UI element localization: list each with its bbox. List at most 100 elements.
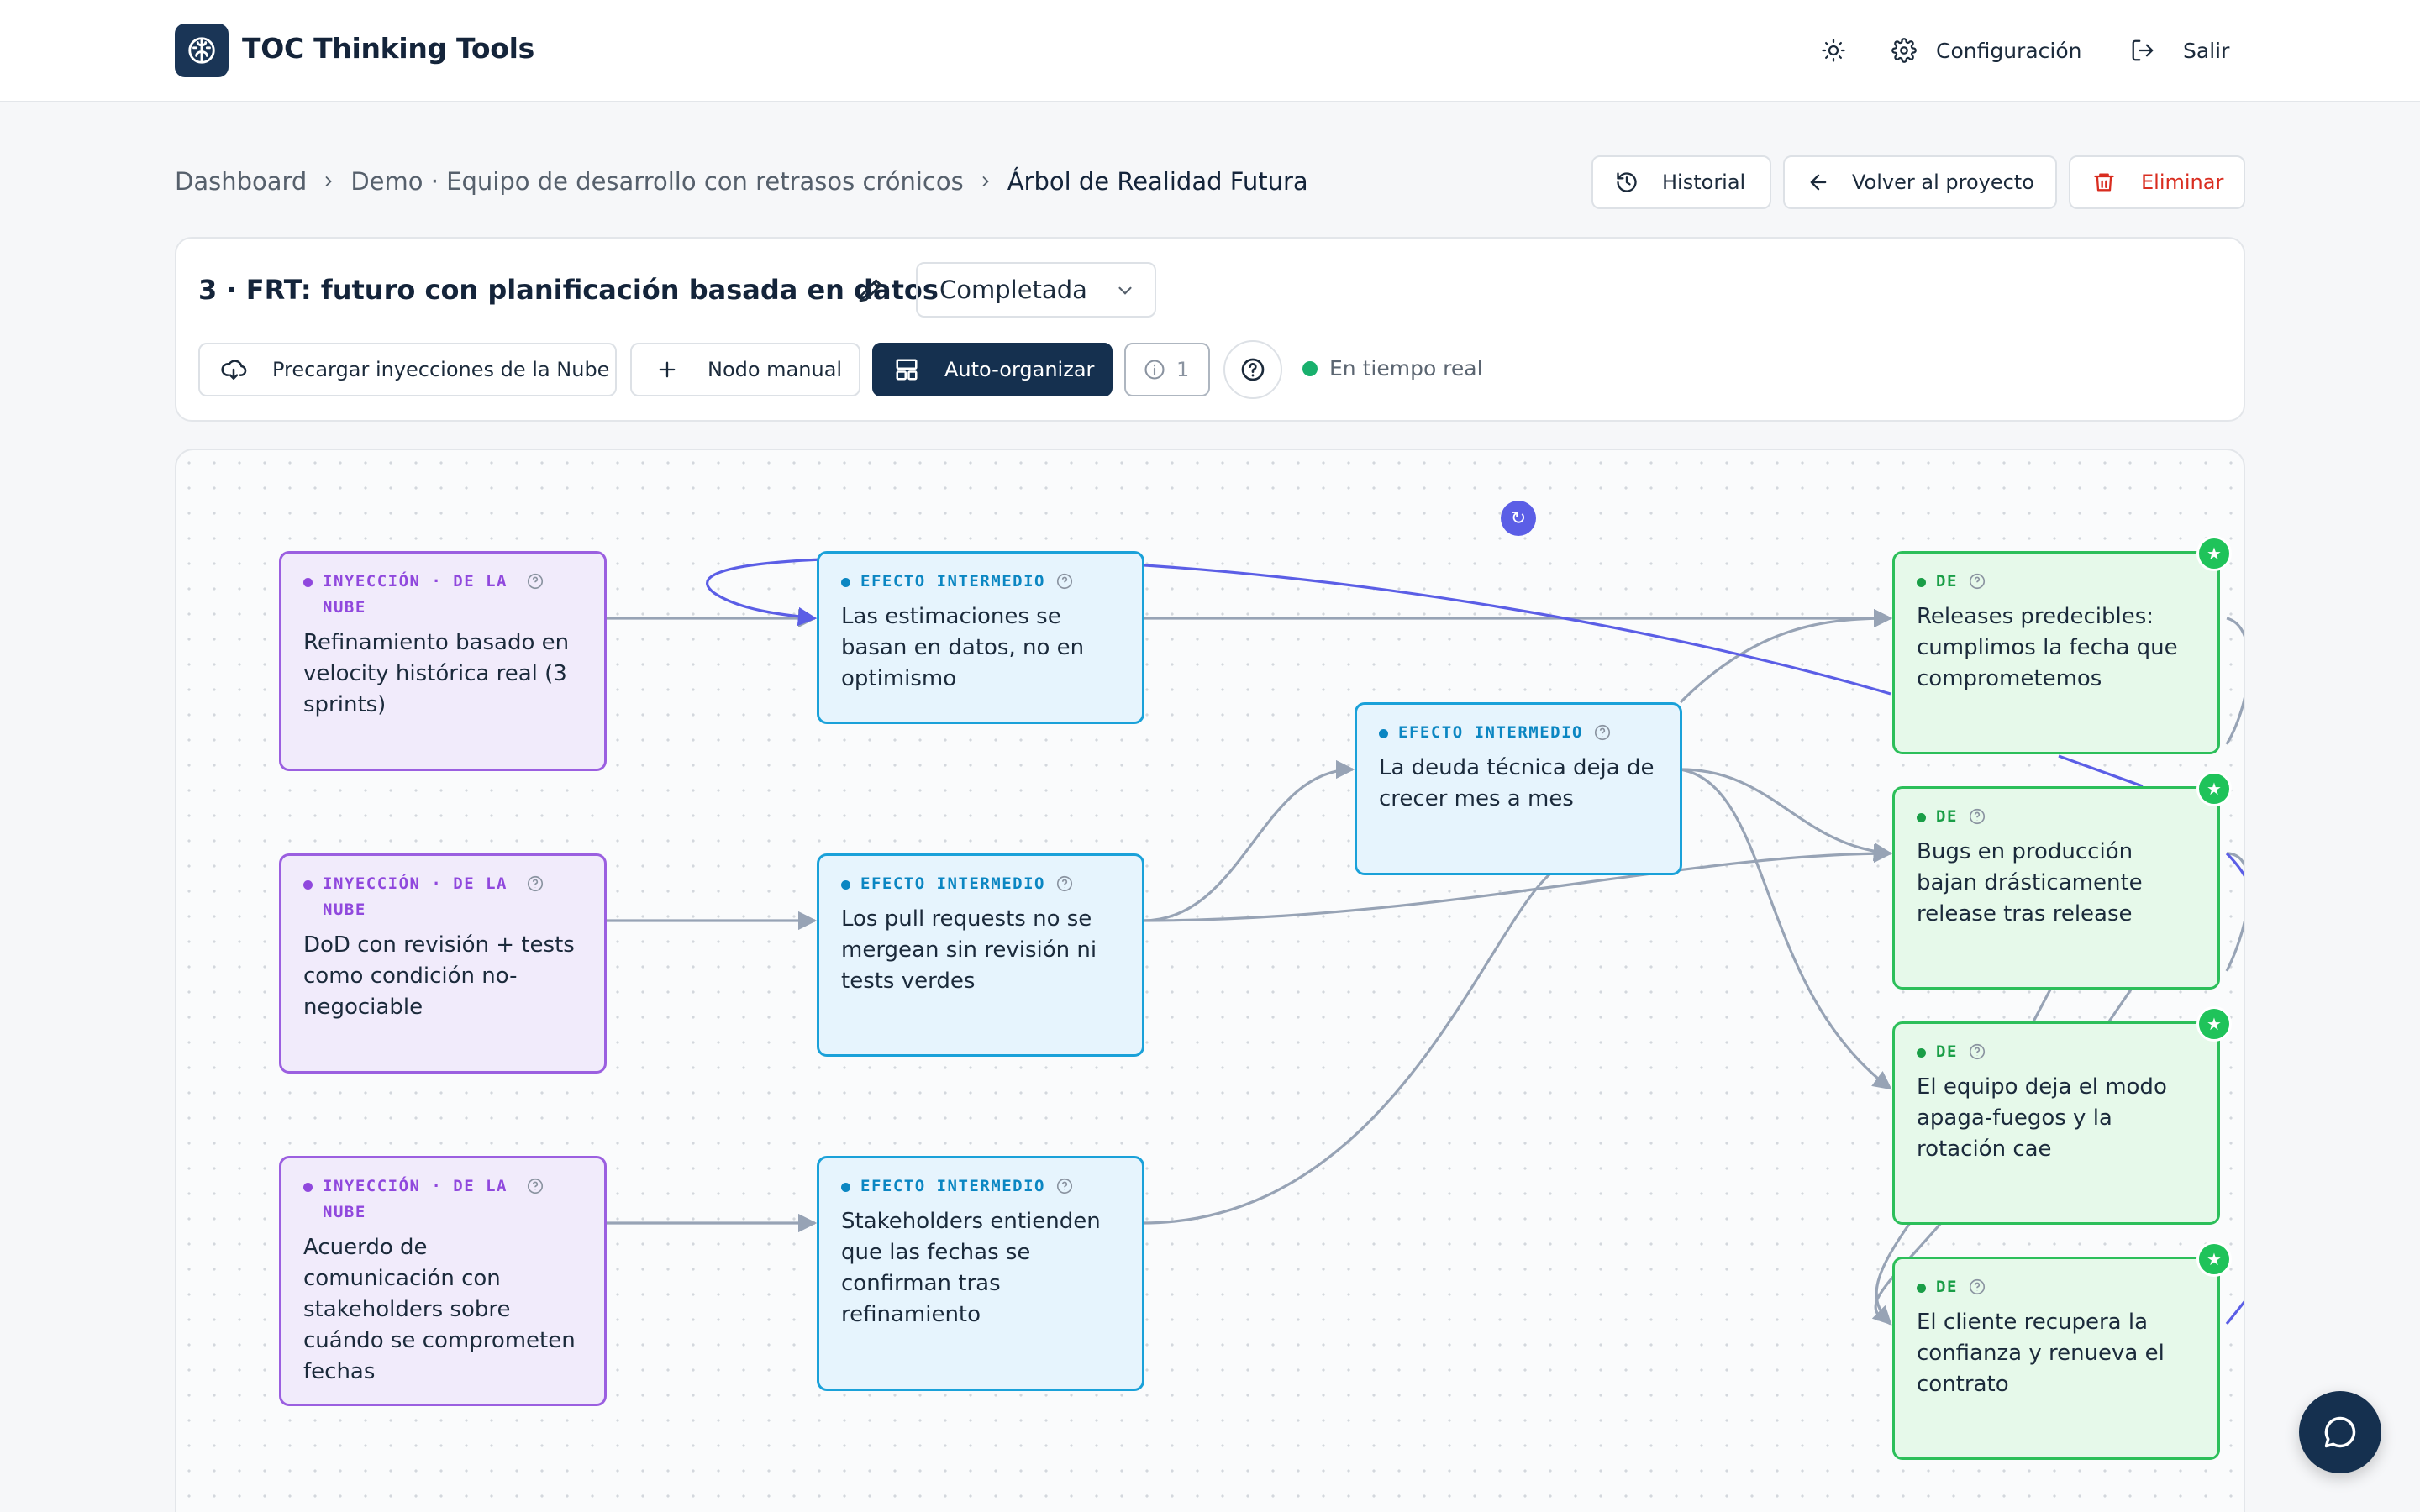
history-label: Historial <box>1662 171 1746 194</box>
node-tag: EFECTO INTERMEDIO <box>841 871 1120 897</box>
trash-icon <box>2089 167 2119 197</box>
edge <box>1680 768 1893 862</box>
loop-edge <box>2225 852 2244 877</box>
intermediate-effect-node[interactable]: EFECTO INTERMEDIO La deuda técnica deja … <box>1355 702 1682 875</box>
settings-link[interactable]: Configuración <box>1887 30 2082 71</box>
node-type-dot <box>303 578 313 587</box>
help-icon[interactable] <box>1055 874 1076 895</box>
node-tag: DE <box>1917 1039 2196 1065</box>
status-select[interactable]: Completada <box>916 262 1156 318</box>
arrow-left-icon <box>1803 167 1833 197</box>
node-text: Acuerdo de comunicación con stakeholders… <box>303 1235 576 1384</box>
loop-edge <box>2225 1300 2244 1325</box>
node-tag-label: INYECCIÓN · DE LA NUBE <box>323 572 508 617</box>
theme-toggle[interactable] <box>1817 30 1850 71</box>
layout-icon <box>894 357 919 382</box>
node-tag-label: DE <box>1936 572 1958 591</box>
help-icon[interactable] <box>1968 1278 1988 1298</box>
chevron-right-icon <box>972 173 999 190</box>
info-count: 1 <box>1176 358 1190 381</box>
node-tag-label: EFECTO INTERMEDIO <box>860 1177 1045 1195</box>
node-tag-label: DE <box>1936 1042 1958 1061</box>
breadcrumb-dashboard[interactable]: Dashboard <box>175 167 307 196</box>
intermediate-effect-node[interactable]: EFECTO INTERMEDIO Stakeholders entienden… <box>817 1156 1144 1391</box>
app-title[interactable]: TOC Thinking Tools <box>242 32 534 65</box>
node-text: Los pull requests no se mergean sin revi… <box>841 906 1097 994</box>
node-tag: DE <box>1917 569 2196 595</box>
help-icon[interactable] <box>526 1177 546 1197</box>
node-text: Releases predecibles: cumplimos la fecha… <box>1917 604 2178 691</box>
injection-node[interactable]: INYECCIÓN · DE LA NUBE Acuerdo de comuni… <box>279 1156 607 1406</box>
status-value: Completada <box>939 276 1087 304</box>
help-icon[interactable] <box>526 874 546 895</box>
history-icon <box>1612 167 1642 197</box>
node-text: Stakeholders entienden que las fechas se… <box>841 1209 1101 1327</box>
node-type-dot <box>841 880 850 890</box>
delete-button[interactable]: Eliminar <box>2069 155 2245 209</box>
node-type-dot <box>1917 813 1926 822</box>
desirable-effect-node[interactable]: DE El cliente recupera la confianza y re… <box>1892 1257 2220 1460</box>
node-tag: EFECTO INTERMEDIO <box>841 1173 1120 1200</box>
desirable-effect-node[interactable]: DE Releases predecibles: cumplimos la fe… <box>1892 551 2220 754</box>
edge <box>2107 989 2133 1022</box>
cloud-download-icon <box>220 356 247 383</box>
node-tag: EFECTO INTERMEDIO <box>1379 720 1658 746</box>
node-text: Bugs en producción bajan drásticamente r… <box>1917 839 2143 927</box>
injection-node[interactable]: INYECCIÓN · DE LA NUBE DoD con revisión … <box>279 853 607 1074</box>
desirable-effect-node[interactable]: DE El equipo deja el modo apaga-fuegos y… <box>1892 1021 2220 1225</box>
help-icon[interactable] <box>1055 572 1076 592</box>
intermediate-effect-node[interactable]: EFECTO INTERMEDIO Las estimaciones se ba… <box>817 551 1144 724</box>
intermediate-effect-node[interactable]: EFECTO INTERMEDIO Los pull requests no s… <box>817 853 1144 1057</box>
node-type-dot <box>303 1183 313 1192</box>
edge <box>1142 869 1555 1225</box>
preload-label: Precargar inyecciones de la Nube <box>272 358 610 381</box>
node-tag: DE <box>1917 804 2196 830</box>
edge <box>1679 608 1893 704</box>
logout-link[interactable]: Salir <box>2126 30 2229 71</box>
app-logo[interactable] <box>175 24 229 77</box>
history-button[interactable]: Historial <box>1591 155 1771 209</box>
back-label: Volver al proyecto <box>1852 171 2034 194</box>
analysis-header-card: 3 · FRT: futuro con planificación basada… <box>175 237 2245 422</box>
info-icon <box>1143 358 1166 381</box>
help-icon[interactable] <box>1968 572 1988 592</box>
injection-node[interactable]: INYECCIÓN · DE LA NUBE Refinamiento basa… <box>279 551 607 771</box>
realtime-label: En tiempo real <box>1329 356 1483 381</box>
node-type-dot <box>841 1183 850 1192</box>
node-tag: EFECTO INTERMEDIO <box>841 569 1120 595</box>
node-type-dot <box>841 578 850 587</box>
help-icon[interactable] <box>1593 723 1613 743</box>
loop-indicator-icon[interactable]: ↻ <box>1501 501 1536 536</box>
help-icon[interactable] <box>526 572 546 592</box>
tree-canvas[interactable]: ↻ INYECCIÓN · DE LA NUBE Refinamiento ba… <box>175 449 2245 1512</box>
manual-node-label: Nodo manual <box>708 358 843 381</box>
info-badge-button[interactable]: 1 <box>1124 343 1210 396</box>
top-bar: TOC Thinking Tools Configuración Salir <box>0 0 2420 102</box>
star-icon: ★ <box>2196 1242 2232 1277</box>
help-icon[interactable] <box>1055 1177 1076 1197</box>
back-to-project-button[interactable]: Volver al proyecto <box>1783 155 2057 209</box>
desirable-effect-node[interactable]: DE Bugs en producción bajan drásticament… <box>1892 786 2220 990</box>
edge <box>1142 759 1355 922</box>
pencil-icon[interactable] <box>854 274 887 307</box>
chevron-down-icon <box>1114 279 1136 307</box>
star-icon: ★ <box>2196 771 2232 806</box>
node-tag: INYECCIÓN · DE LA NUBE <box>303 1173 582 1226</box>
node-tag-label: INYECCIÓN · DE LA NUBE <box>323 874 508 919</box>
preload-injections-button[interactable]: Precargar inyecciones de la Nube <box>198 343 617 396</box>
manual-node-button[interactable]: Nodo manual <box>630 343 860 396</box>
node-tag-label: DE <box>1936 807 1958 826</box>
delete-label: Eliminar <box>2141 171 2224 194</box>
edge <box>2225 617 2244 745</box>
help-button[interactable] <box>1223 340 1282 399</box>
auto-arrange-button[interactable]: Auto-organizar <box>872 343 1113 396</box>
node-tag-label: EFECTO INTERMEDIO <box>860 572 1045 591</box>
loop-edge <box>2058 754 2144 788</box>
breadcrumb: Dashboard Demo · Equipo de desarrollo co… <box>175 165 1308 198</box>
node-tag: INYECCIÓN · DE LA NUBE <box>303 569 582 621</box>
chat-button[interactable] <box>2299 1391 2381 1473</box>
breadcrumb-project[interactable]: Demo · Equipo de desarrollo con retrasos… <box>350 167 963 196</box>
help-icon[interactable] <box>1968 807 1988 827</box>
auto-arrange-label: Auto-organizar <box>944 358 1095 381</box>
help-icon[interactable] <box>1968 1042 1988 1063</box>
